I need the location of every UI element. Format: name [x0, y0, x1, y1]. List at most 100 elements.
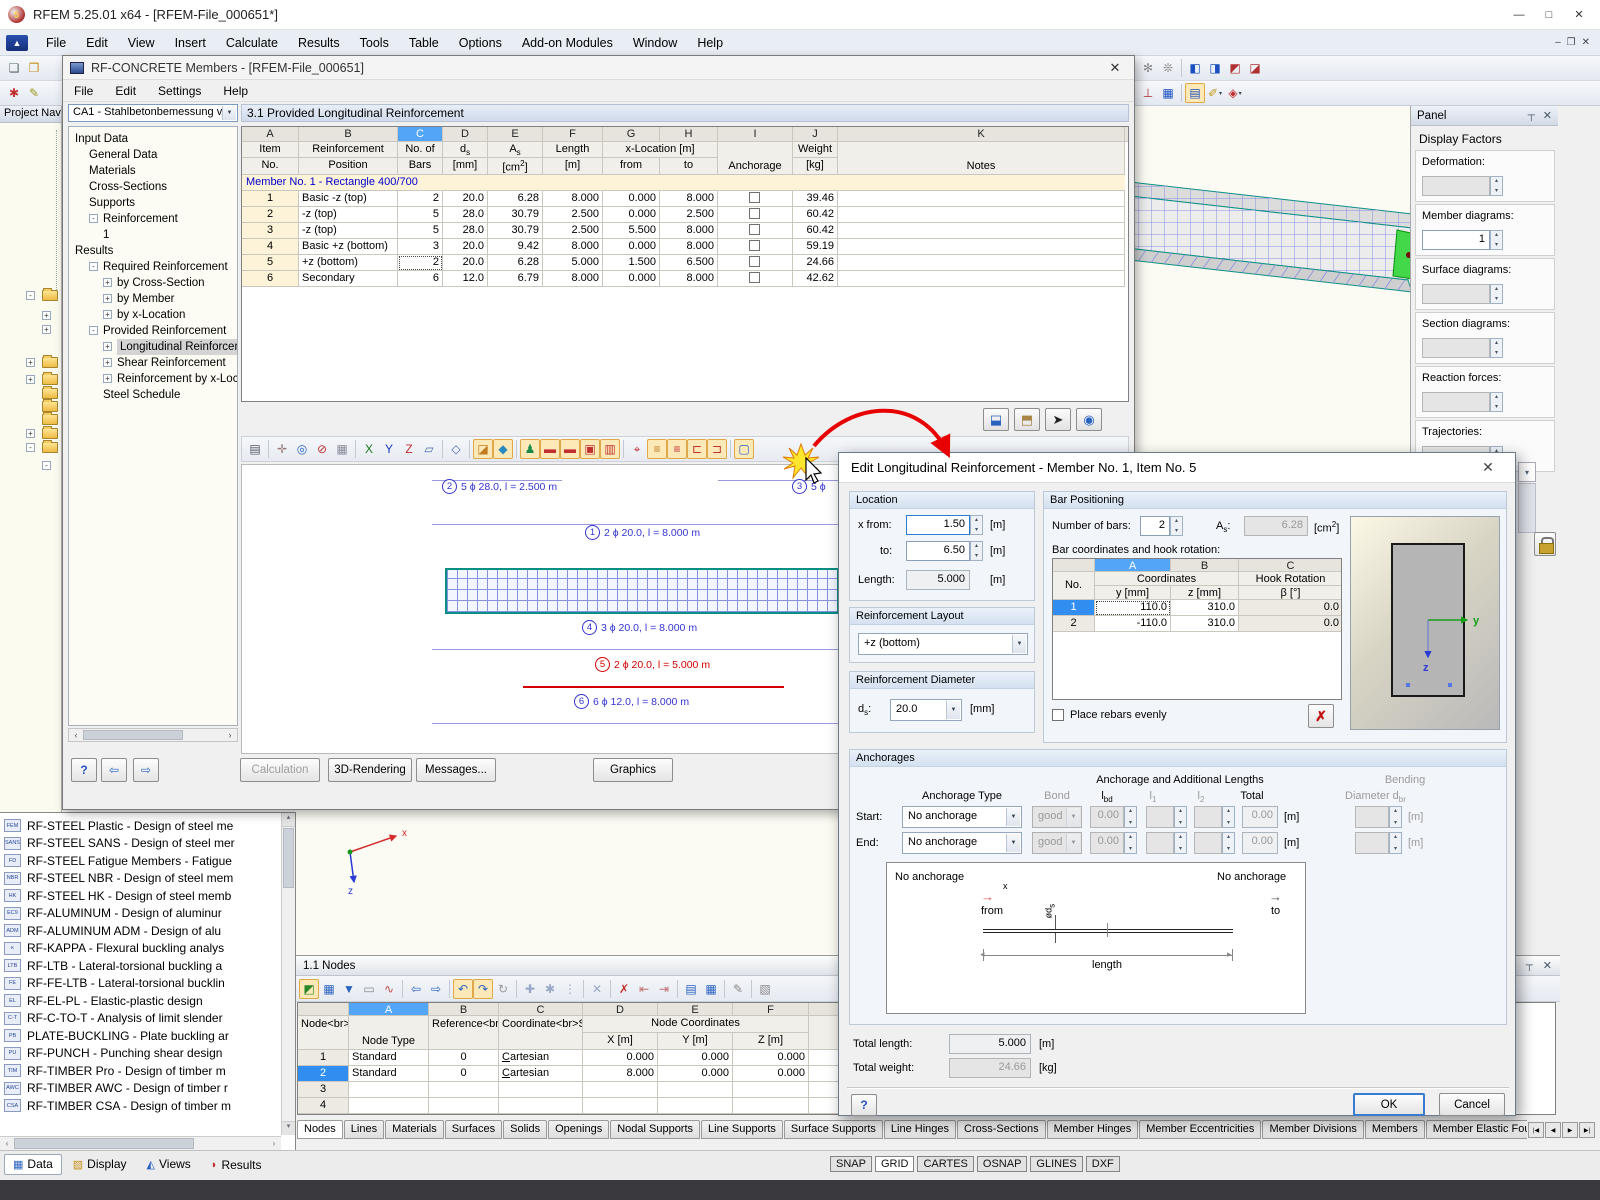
tree-item-reinforcement[interactable]: -Reinforcement	[69, 211, 237, 227]
prev-tab-button[interactable]: ◀	[1545, 1122, 1561, 1138]
calc-all-icon[interactable]: ◩	[1225, 58, 1245, 78]
menu-edit[interactable]: Edit	[76, 32, 118, 54]
to-spinner[interactable]: ▴▾	[970, 541, 983, 561]
module-list-item[interactable]: C-TRF-C-TO-T - Analysis of limit slender	[4, 1010, 280, 1027]
weight-cell[interactable]: 60.42	[793, 223, 838, 239]
spin-up-icon[interactable]: ▴	[975, 517, 978, 523]
spin-down-icon[interactable]: ▾	[1175, 528, 1178, 534]
redo-icon[interactable]: ↷	[473, 979, 493, 999]
as-cell[interactable]: 6.28	[488, 255, 543, 271]
expand-icon[interactable]: +	[26, 375, 35, 384]
column-letter-E[interactable]: E	[488, 127, 543, 142]
tree-item-longitudinal-reinforcement[interactable]: +Longitudinal Reinforcement	[69, 339, 237, 355]
to-cell[interactable]: 8.000	[660, 239, 718, 255]
spin-down-icon[interactable]: ▾	[1179, 846, 1182, 852]
display-factor-spinner[interactable]: ▴▾	[1490, 230, 1503, 250]
node-column-letter-C[interactable]: C	[499, 1003, 583, 1016]
tree-item-by-member[interactable]: +by Member	[69, 291, 237, 307]
column-letter-B[interactable]: B	[299, 127, 398, 142]
from-cell[interactable]: 5.500	[603, 223, 660, 239]
module-list-item[interactable]: SANSRF-STEEL SANS - Design of steel mer	[4, 835, 280, 852]
reference-node-cell[interactable]	[429, 1082, 499, 1098]
notes-cell[interactable]	[838, 239, 1125, 255]
spin-up-icon[interactable]: ▴	[1495, 178, 1498, 184]
more-icon[interactable]: ⋮	[560, 979, 580, 999]
coordinate-system-cell[interactable]	[499, 1098, 583, 1114]
bars-cell[interactable]: 6	[398, 271, 443, 287]
table-tab-surfaces[interactable]: Surfaces	[445, 1120, 502, 1139]
anchorage-checkbox[interactable]	[749, 192, 760, 203]
stirrups-view-icon[interactable]: ▥	[600, 439, 620, 459]
to-cell[interactable]: 8.000	[660, 271, 718, 287]
from-cell[interactable]: 0.000	[603, 191, 660, 207]
column-letter-J[interactable]: J	[793, 127, 838, 142]
fe-mesh-icon[interactable]: ◨	[1205, 58, 1225, 78]
spin-up-icon[interactable]: ▴	[1227, 834, 1230, 840]
item-no-cell[interactable]: 6	[242, 271, 299, 287]
as-cell[interactable]: 30.79	[488, 223, 543, 239]
anchorage-cell[interactable]	[718, 271, 793, 287]
z-cell[interactable]	[733, 1098, 809, 1114]
ds-cell[interactable]: 20.0	[443, 239, 488, 255]
new-object-icon[interactable]: ✱	[4, 83, 24, 103]
menu-view[interactable]: View	[118, 32, 165, 54]
collapse-icon[interactable]: -	[89, 262, 98, 271]
position-cell[interactable]: Basic +z (bottom)	[299, 239, 398, 255]
panel-close-icon[interactable]: ✕	[1543, 109, 1552, 122]
dock-close-icon[interactable]: ✕	[1543, 959, 1552, 972]
as-cell[interactable]: 6.28	[488, 191, 543, 207]
table-tab-member-elastic-foundations[interactable]: Member Elastic Foundations	[1426, 1120, 1527, 1139]
z-cell[interactable]: 0.000	[733, 1050, 809, 1066]
start-anchorage-type-dropdown[interactable]: No anchorage▼	[902, 806, 1022, 828]
spin-down-icon[interactable]: ▾	[975, 553, 978, 559]
navigator-tab-results[interactable]: ◗Results	[202, 1155, 271, 1176]
edit-object-icon[interactable]: ✎	[24, 83, 44, 103]
spin-up-icon[interactable]: ▴	[1129, 834, 1132, 840]
y-cell[interactable]: 0.000	[658, 1050, 733, 1066]
tree-item-1[interactable]: 1	[69, 227, 237, 243]
menu-table[interactable]: Table	[399, 32, 449, 54]
ok-button[interactable]: OK	[1353, 1093, 1425, 1116]
modules-icon[interactable]: ❊	[1158, 58, 1178, 78]
node-type-cell[interactable]	[349, 1082, 429, 1098]
start-l2-spinner[interactable]: ▴▾	[1222, 806, 1235, 828]
expand-icon[interactable]: +	[103, 278, 112, 287]
spin-up-icon[interactable]: ▴	[1495, 232, 1498, 238]
notes-cell[interactable]	[838, 271, 1125, 287]
folder-icon[interactable]	[42, 357, 58, 368]
scroll-left-icon[interactable]: ‹	[69, 730, 83, 740]
item-no-cell[interactable]: 1	[242, 191, 299, 207]
bar-column-letter-C[interactable]: C	[1239, 559, 1342, 572]
node-row-number[interactable]: 1	[298, 1050, 349, 1066]
folder-icon[interactable]	[42, 414, 58, 425]
display-factor-input[interactable]	[1422, 284, 1490, 304]
menu-calculate[interactable]: Calculate	[216, 32, 288, 54]
table-tab-cross-sections[interactable]: Cross-Sections	[957, 1120, 1046, 1139]
module-list-item[interactable]: PURF-PUNCH - Punching shear design	[4, 1045, 280, 1062]
panel-scrollbar[interactable]	[1518, 483, 1536, 533]
position-cell[interactable]: -z (top)	[299, 223, 398, 239]
weight-cell[interactable]: 59.19	[793, 239, 838, 255]
as-cell[interactable]: 9.42	[488, 239, 543, 255]
reinf-section-icon[interactable]: ▣	[580, 439, 600, 459]
tree-item-input-data[interactable]: Input Data	[69, 131, 237, 147]
shift-left-icon[interactable]: ⇤	[634, 979, 654, 999]
position-cell[interactable]: Secondary	[299, 271, 398, 287]
expand-icon[interactable]: +	[103, 310, 112, 319]
navigator-tab-data[interactable]: ▦Data	[4, 1154, 62, 1175]
anchorage-checkbox[interactable]	[749, 256, 760, 267]
spin-down-icon[interactable]: ▾	[1227, 846, 1230, 852]
axes-icon[interactable]: ⌖	[627, 439, 647, 459]
spin-up-icon[interactable]: ▴	[1179, 834, 1182, 840]
start-l1-spinner[interactable]: ▴▾	[1174, 806, 1187, 828]
item-no-cell[interactable]: 4	[242, 239, 299, 255]
reference-node-cell[interactable]	[429, 1098, 499, 1114]
expand-icon[interactable]: +	[103, 294, 112, 303]
bar-row-number[interactable]: 1	[1053, 600, 1095, 616]
delete-row-button[interactable]: ✗	[1308, 704, 1334, 728]
table-tab-nodes[interactable]: Nodes	[297, 1120, 343, 1139]
to-cell[interactable]: 8.000	[660, 223, 718, 239]
x-cell[interactable]: 0.000	[583, 1050, 658, 1066]
dimension-icon[interactable]: ⊥	[1138, 83, 1158, 103]
perspective-icon[interactable]: ◇	[446, 439, 466, 459]
